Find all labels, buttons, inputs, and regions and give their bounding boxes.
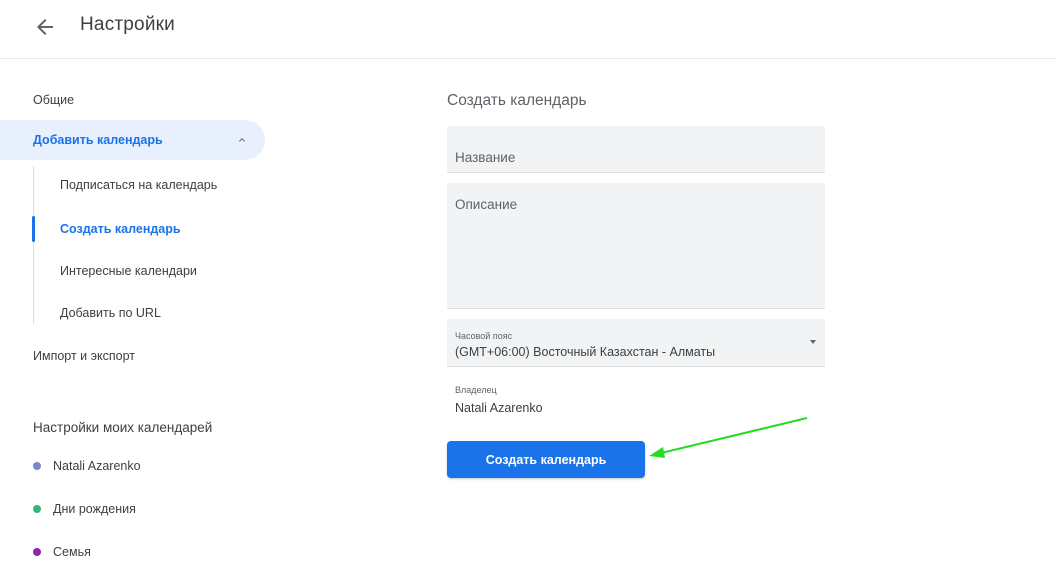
sidebar-item-label: Добавить календарь [33, 133, 163, 147]
timezone-label: Часовой пояс [455, 331, 513, 341]
calendar-item[interactable]: Дни рождения [33, 502, 136, 518]
timezone-select[interactable]: Часовой пояс (GMT+06:00) Восточный Казах… [447, 319, 825, 367]
calendar-name: Семья [53, 545, 91, 559]
dropdown-caret-icon [810, 340, 816, 344]
app-header: Настройки [0, 0, 1056, 59]
name-input[interactable] [447, 126, 825, 172]
my-calendars-heading: Настройки моих календарей [33, 420, 213, 435]
description-field[interactable] [447, 183, 825, 309]
arrow-left-icon[interactable] [33, 15, 57, 39]
chevron-up-icon[interactable] [236, 134, 248, 146]
calendar-name: Natali Azarenko [53, 459, 141, 473]
color-dot-icon [33, 547, 41, 556]
active-indicator [32, 216, 35, 242]
annotation-arrow-icon [649, 417, 808, 458]
owner-value: Natali Azarenko [455, 401, 543, 415]
sidebar-subitem-from-url[interactable]: Добавить по URL [60, 306, 161, 320]
color-dot-icon [33, 504, 41, 513]
color-dot-icon [33, 461, 41, 470]
sidebar-item-add-calendar[interactable]: Добавить календарь [0, 120, 265, 160]
owner-label: Владелец [455, 385, 497, 395]
sidebar-subitem-browse[interactable]: Интересные календари [60, 264, 197, 278]
sidebar-subitem-create[interactable]: Создать календарь [60, 222, 181, 236]
name-field[interactable] [447, 126, 825, 173]
calendar-name: Дни рождения [53, 502, 136, 516]
page-title: Настройки [80, 14, 175, 35]
sidebar: Общие Добавить календарь Подписаться на … [0, 58, 300, 562]
sidebar-subitem-subscribe[interactable]: Подписаться на календарь [60, 178, 217, 192]
sidebar-item-import-export[interactable]: Импорт и экспорт [33, 349, 135, 363]
sidebar-item-general[interactable]: Общие [33, 93, 74, 107]
create-calendar-button[interactable]: Создать календарь [447, 441, 645, 478]
calendar-item[interactable]: Семья [33, 545, 91, 561]
timezone-value: (GMT+06:00) Восточный Казахстан - Алматы [455, 345, 716, 359]
create-calendar-form: Создать календарь Часовой пояс (GMT+06:0… [447, 58, 847, 562]
form-heading: Создать календарь [447, 92, 587, 109]
calendar-item[interactable]: Natali Azarenko [33, 459, 141, 475]
submenu-divider [33, 166, 34, 324]
description-input[interactable] [447, 183, 825, 307]
